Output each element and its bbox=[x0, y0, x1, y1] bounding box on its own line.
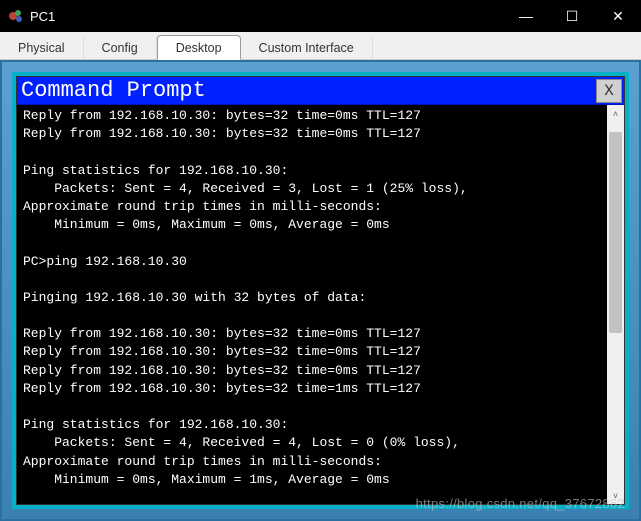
desktop-area: Command Prompt X Reply from 192.168.10.3… bbox=[0, 60, 641, 521]
scroll-track[interactable] bbox=[607, 122, 624, 487]
window-title: PC1 bbox=[30, 9, 55, 24]
scroll-up-arrow-icon[interactable]: ˄ bbox=[607, 105, 624, 122]
maximize-icon: ☐ bbox=[566, 8, 579, 25]
app-icon bbox=[8, 8, 24, 24]
tab-physical[interactable]: Physical bbox=[0, 36, 84, 60]
minimize-button[interactable]: — bbox=[503, 0, 549, 32]
scroll-down-arrow-icon[interactable]: ˅ bbox=[607, 487, 624, 504]
command-prompt-titlebar[interactable]: Command Prompt X bbox=[17, 77, 624, 105]
tab-custom-interface[interactable]: Custom Interface bbox=[241, 36, 373, 60]
x-icon: X bbox=[604, 82, 614, 100]
tab-desktop[interactable]: Desktop bbox=[157, 35, 241, 60]
command-prompt-body-wrap: Reply from 192.168.10.30: bytes=32 time=… bbox=[17, 105, 624, 504]
command-prompt-window: Command Prompt X Reply from 192.168.10.3… bbox=[16, 76, 625, 505]
desktop-frame: Command Prompt X Reply from 192.168.10.3… bbox=[12, 72, 629, 509]
maximize-button[interactable]: ☐ bbox=[549, 0, 595, 32]
command-prompt-title: Command Prompt bbox=[21, 78, 596, 103]
tab-config[interactable]: Config bbox=[84, 36, 157, 60]
scrollbar[interactable]: ˄ ˅ bbox=[607, 105, 624, 504]
minimize-icon: — bbox=[519, 8, 533, 24]
tab-strip: Physical Config Desktop Custom Interface bbox=[0, 32, 641, 60]
titlebar[interactable]: PC1 — ☐ ✕ bbox=[0, 0, 641, 32]
scroll-thumb[interactable] bbox=[609, 132, 622, 333]
close-button[interactable]: ✕ bbox=[595, 0, 641, 32]
command-prompt-close-button[interactable]: X bbox=[596, 79, 622, 103]
command-prompt-output[interactable]: Reply from 192.168.10.30: bytes=32 time=… bbox=[17, 105, 607, 504]
close-icon: ✕ bbox=[612, 8, 624, 25]
